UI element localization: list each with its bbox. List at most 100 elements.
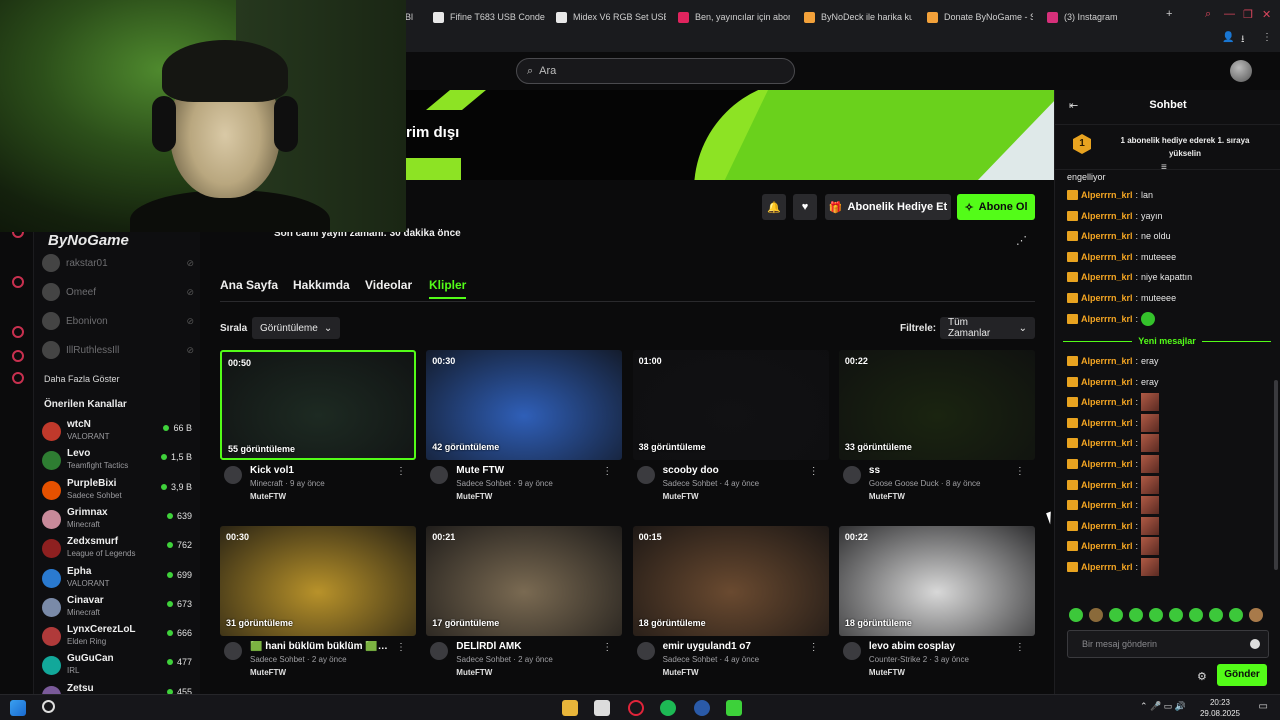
chat-message[interactable]: Alperrrn_krl: eray (1067, 354, 1159, 368)
clip-thumbnail[interactable]: 00:21 17 görüntüleme (426, 526, 623, 636)
new-tab-button[interactable]: + (1166, 8, 1172, 20)
sidebar-offline-channel[interactable]: rakstar01 ⊘ (42, 252, 194, 274)
emote-icon[interactable] (1169, 608, 1183, 622)
chat-message[interactable]: Alperrrn_krl: muteeee (1067, 250, 1176, 264)
emote-icon[interactable] (1209, 608, 1223, 622)
close-icon[interactable]: ✕ (1262, 8, 1271, 21)
browser-tab[interactable]: Midex V6 RGB Set USB (556, 8, 666, 26)
clip-title[interactable]: ss (869, 465, 1009, 476)
chat-username[interactable]: Alperrrn_krl (1081, 293, 1133, 303)
chat-username[interactable]: Alperrrn_krl (1081, 231, 1133, 241)
steam-icon[interactable] (694, 700, 710, 716)
clip-card[interactable]: 00:30 42 görüntüleme Mute FTW Sadece Sohbet… (426, 350, 623, 502)
chat-username[interactable]: Alperrrn_krl (1081, 500, 1133, 510)
spotify-icon[interactable] (660, 700, 676, 716)
clip-card[interactable]: 01:00 38 görüntüleme scooby doo Sadece Sohb… (632, 350, 829, 502)
tab-ana-sayfa[interactable]: Ana Sayfa (220, 278, 278, 292)
follow-button[interactable]: ♥ (793, 194, 817, 220)
chat-message[interactable]: Alperrrn_krl: (1067, 393, 1160, 412)
expand-leaderboard-icon[interactable]: ≡ (1161, 162, 1167, 173)
search-icon[interactable]: ⌕ (1205, 8, 1211, 21)
more-options-icon[interactable]: ⋮ (602, 642, 612, 653)
chat-message[interactable]: Alperrrn_krl: (1067, 434, 1160, 453)
clip-author[interactable]: MuteFTW (250, 492, 286, 501)
chat-username[interactable]: Alperrrn_krl (1081, 521, 1133, 531)
avatar[interactable] (224, 466, 242, 484)
more-options-icon[interactable]: ⋮ (809, 642, 819, 653)
clip-card[interactable]: 00:50 55 görüntüleme Kick vol1 Minecraft · … (220, 350, 416, 502)
clip-author[interactable]: MuteFTW (663, 492, 699, 501)
clip-card[interactable]: 00:30 31 görüntüleme 🟩 hani büklüm büklüm … (220, 526, 416, 678)
clip-title[interactable]: scooby doo (663, 465, 803, 476)
more-options-icon[interactable]: ⋮ (396, 466, 406, 477)
download-icon[interactable]: ⭳ (1241, 32, 1245, 49)
clip-title[interactable]: 🟩 hani büklüm büklüm 🟩 a... (250, 641, 390, 652)
avatar[interactable] (430, 642, 449, 660)
chat-message[interactable]: Alperrrn_krl: (1067, 516, 1160, 535)
clip-thumbnail[interactable]: 01:00 38 görüntüleme (632, 350, 829, 460)
chat-message[interactable]: Alperrrn_krl: (1067, 475, 1160, 494)
chat-username[interactable]: Alperrrn_krl (1081, 480, 1133, 490)
sidebar-channel-zedxsmurf[interactable]: Zedxsmurf League of Legends 762 (42, 534, 196, 562)
tab-klipler[interactable]: Klipler (429, 278, 467, 299)
emote-icon[interactable] (1249, 608, 1263, 622)
chat-message[interactable]: Alperrrn_krl: (1067, 455, 1160, 473)
chat-username[interactable]: Alperrrn_krl (1081, 562, 1133, 572)
clip-author[interactable]: MuteFTW (869, 492, 905, 501)
browser-tab[interactable]: Donate ByNoGame - St (927, 8, 1033, 26)
clip-thumbnail[interactable]: 00:22 18 görüntüleme (838, 526, 1035, 636)
profile-icon[interactable]: 👤 (1222, 32, 1234, 43)
avatar[interactable] (636, 466, 655, 484)
minimize-icon[interactable]: — (1224, 8, 1235, 20)
clip-author[interactable]: MuteFTW (869, 668, 905, 677)
chat-username[interactable]: Alperrrn_krl (1081, 252, 1133, 262)
browser-tab[interactable]: Fifine T683 USB Conden (433, 8, 545, 26)
more-options-icon[interactable]: ⋮ (602, 466, 612, 477)
emote-icon[interactable] (1149, 608, 1163, 622)
clip-author[interactable]: MuteFTW (250, 668, 286, 677)
more-options-icon[interactable]: ⋮ (1015, 466, 1025, 477)
emote-icon[interactable] (1129, 608, 1143, 622)
clip-title[interactable]: DELİRDİ AMK (456, 641, 596, 652)
clip-thumbnail[interactable]: 00:15 18 görüntüleme (632, 526, 829, 636)
chat-username[interactable]: Alperrrn_krl (1081, 397, 1133, 407)
gift-subscription-button[interactable]: 🎁 Abonelik Hediye Et (825, 194, 951, 220)
chat-username[interactable]: Alperrrn_krl (1081, 459, 1133, 469)
clip-card[interactable]: 00:15 18 görüntüleme emir uyguland1 o7 Sade… (632, 526, 829, 678)
emote-icon[interactable] (1229, 608, 1243, 622)
sidebar-offline-channel[interactable]: Ebonivon ⊘ (42, 310, 194, 332)
notification-icon[interactable]: ▭ (1259, 701, 1268, 712)
chat-username[interactable]: Alperrrn_krl (1081, 377, 1133, 387)
windows-start-icon[interactable] (10, 700, 26, 716)
share-icon[interactable]: ⋰ (1016, 234, 1027, 247)
chat-username[interactable]: Alperrrn_krl (1081, 272, 1133, 282)
chat-username[interactable]: Alperrrn_krl (1081, 438, 1133, 448)
clip-thumbnail[interactable]: 00:50 55 görüntüleme (220, 350, 416, 460)
chat-message[interactable]: Alperrrn_krl: (1067, 558, 1160, 576)
chat-message-input[interactable]: Bir mesaj gönderin (1067, 630, 1269, 658)
menu-icon[interactable]: ⋮ (1262, 32, 1272, 43)
chat-username[interactable]: Alperrrn_krl (1081, 541, 1133, 551)
chat-username[interactable]: Alperrrn_krl (1081, 418, 1133, 428)
more-options-icon[interactable]: ⋮ (809, 466, 819, 477)
browser-tab[interactable]: (3) Instagram (1047, 8, 1117, 26)
kick-app-icon[interactable] (726, 700, 742, 716)
chat-message[interactable]: Alperrrn_krl: ne oldu (1067, 229, 1171, 243)
sort-select[interactable]: Görüntüleme ⌄ (252, 317, 340, 339)
sidebar-channel-gugucan[interactable]: GuGuCan IRL 477 (42, 651, 196, 679)
history-icon[interactable] (12, 326, 24, 338)
avatar[interactable] (842, 466, 861, 484)
sidebar-channel-levo[interactable]: Levo Teamfight Tactics 1,5 B (42, 446, 196, 474)
sidebar-channel-lynxcerezlol[interactable]: LynxCerezLoL Elden Ring 666 (42, 622, 196, 650)
avatar[interactable] (224, 642, 242, 660)
chat-message[interactable]: Alperrrn_krl: (1067, 311, 1156, 326)
taskbar-clock[interactable]: 20:23 29.08.2025 (1200, 697, 1240, 719)
chat-message[interactable]: Alperrrn_krl: niye kapattın (1067, 270, 1192, 284)
file-explorer-icon[interactable] (562, 700, 578, 716)
tab-hakkımda[interactable]: Hakkımda (293, 278, 350, 292)
clip-author[interactable]: MuteFTW (456, 492, 492, 501)
search-icon[interactable] (42, 700, 55, 713)
instagram-icon[interactable] (12, 372, 24, 384)
more-options-icon[interactable]: ⋮ (396, 642, 406, 653)
clip-thumbnail[interactable]: 00:30 42 görüntüleme (426, 350, 623, 460)
